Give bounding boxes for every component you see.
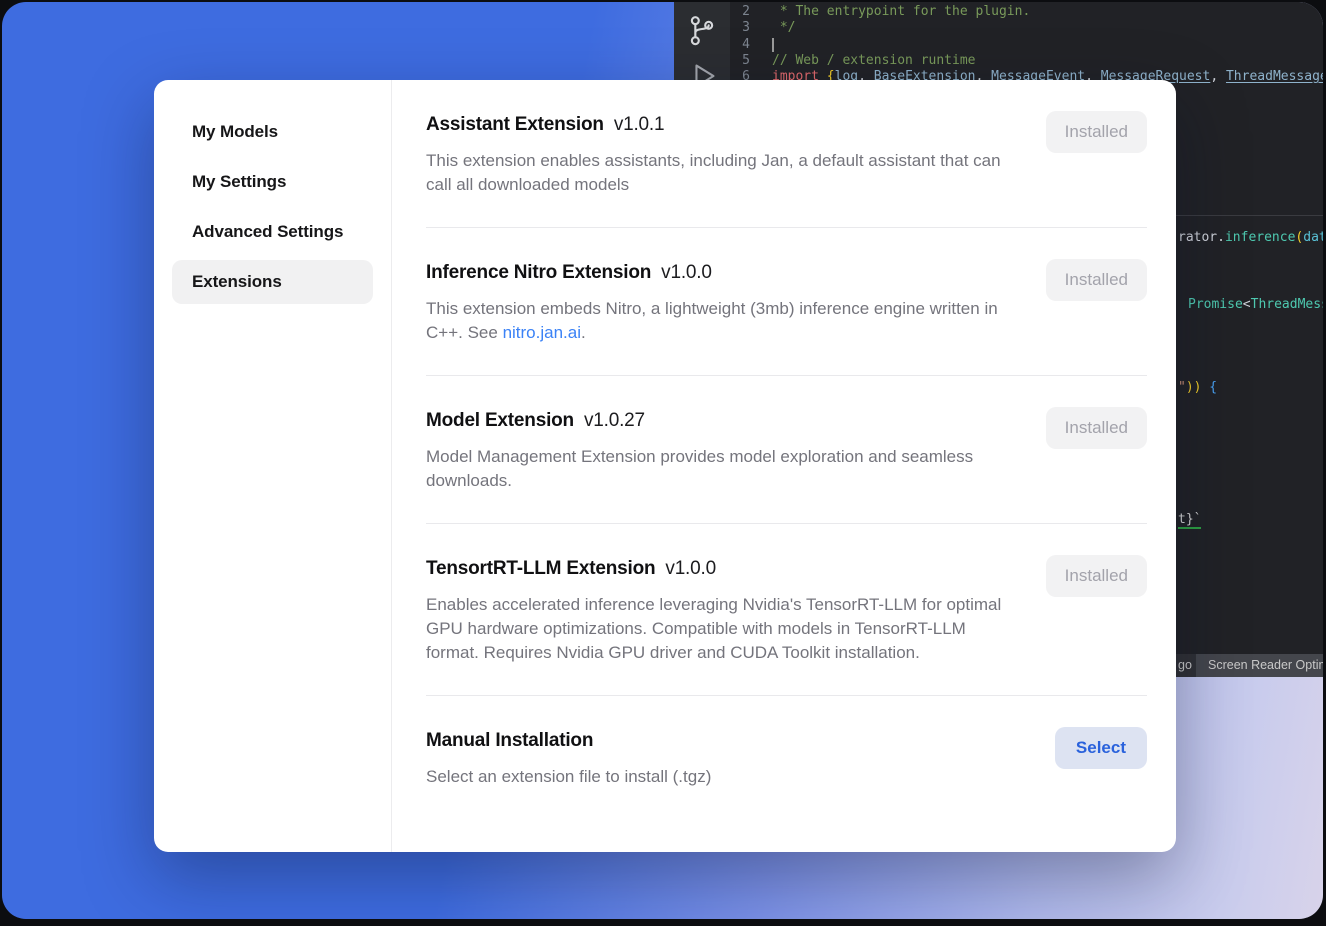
manual-installation-title: Manual Installation xyxy=(426,729,1147,753)
line-number: 5 xyxy=(674,53,750,69)
extension-description: Enables accelerated inference leveraging… xyxy=(426,593,1008,665)
text-cursor xyxy=(772,38,774,52)
editor-panel-divider xyxy=(1174,215,1323,216)
sidebar-item-label: My Settings xyxy=(192,172,286,192)
manual-installation-row: Manual Installation Select an extension … xyxy=(426,696,1147,819)
code-fragment: ")) { xyxy=(1178,380,1217,396)
code-line: 5 // Web / extension runtime xyxy=(674,53,1323,69)
extension-description: This extension enables assistants, inclu… xyxy=(426,149,1008,197)
extension-row-model: Model Extension v1.0.27 Model Management … xyxy=(426,376,1147,524)
extension-name: Assistant Extension xyxy=(426,114,604,135)
extension-title: TensortRT-LLM Extension v1.0.0 xyxy=(426,557,1147,581)
sidebar-item-my-models[interactable]: My Models xyxy=(172,110,373,154)
status-item[interactable]: go xyxy=(1178,658,1192,672)
description-text: . xyxy=(581,323,586,342)
manual-installation-description: Select an extension file to install (.tg… xyxy=(426,765,1008,789)
code-fragment: Promise<ThreadMessage> xyxy=(1188,297,1323,313)
extension-version: v1.0.27 xyxy=(584,410,645,431)
app-window: 2 * The entrypoint for the plugin. 3 */ … xyxy=(2,2,1323,919)
extension-version: v1.0.0 xyxy=(661,262,712,283)
select-file-button[interactable]: Select xyxy=(1055,727,1147,769)
line-number: 4 xyxy=(674,37,750,53)
code-text: // Web / extension runtime xyxy=(772,53,976,68)
sidebar-item-label: My Models xyxy=(192,122,278,142)
settings-card: My Models My Settings Advanced Settings … xyxy=(154,80,1176,852)
extension-row-tensorrt-llm: TensortRT-LLM Extension v1.0.0 Enables ac… xyxy=(426,524,1147,696)
code-line: 2 * The entrypoint for the plugin. xyxy=(674,4,1323,20)
extension-version: v1.0.0 xyxy=(665,558,716,579)
extension-description: Model Management Extension provides mode… xyxy=(426,445,1008,493)
sidebar-item-extensions[interactable]: Extensions xyxy=(172,260,373,304)
code-text: * The entrypoint for the plugin. xyxy=(772,4,1030,19)
section-title: Manual Installation xyxy=(426,730,593,751)
line-number: 2 xyxy=(674,4,750,20)
nitro-jan-ai-link[interactable]: nitro.jan.ai xyxy=(503,323,581,342)
installed-button[interactable]: Installed xyxy=(1046,111,1147,153)
sidebar-item-my-settings[interactable]: My Settings xyxy=(172,160,373,204)
code-line: 3 */ xyxy=(674,20,1323,36)
code-fragment: rator.inference(data)); xyxy=(1178,230,1323,246)
extension-version: v1.0.1 xyxy=(614,114,665,135)
status-item-screen-reader[interactable]: Screen Reader Optimized xyxy=(1196,654,1323,677)
sidebar-item-label: Extensions xyxy=(192,272,282,292)
extension-description: This extension embeds Nitro, a lightweig… xyxy=(426,297,1008,345)
extension-title: Assistant Extension v1.0.1 xyxy=(426,113,1147,137)
extension-name: Inference Nitro Extension xyxy=(426,262,651,283)
line-number: 3 xyxy=(674,20,750,36)
settings-sidebar: My Models My Settings Advanced Settings … xyxy=(154,80,392,852)
installed-button[interactable]: Installed xyxy=(1046,555,1147,597)
installed-button[interactable]: Installed xyxy=(1046,259,1147,301)
extension-row-inference-nitro: Inference Nitro Extension v1.0.0 This ext… xyxy=(426,228,1147,376)
code-text: */ xyxy=(772,20,795,35)
extension-title: Model Extension v1.0.27 xyxy=(426,409,1147,433)
extension-name: Model Extension xyxy=(426,410,574,431)
extensions-list: Assistant Extension v1.0.1 This extension… xyxy=(392,80,1176,852)
extension-row-assistant: Assistant Extension v1.0.1 This extension… xyxy=(426,80,1147,228)
sidebar-item-label: Advanced Settings xyxy=(192,222,343,242)
extension-name: TensortRT-LLM Extension xyxy=(426,558,655,579)
sidebar-item-advanced-settings[interactable]: Advanced Settings xyxy=(172,210,373,254)
extension-title: Inference Nitro Extension v1.0.0 xyxy=(426,261,1147,285)
installed-button[interactable]: Installed xyxy=(1046,407,1147,449)
code-fragment: t}` xyxy=(1178,512,1201,528)
